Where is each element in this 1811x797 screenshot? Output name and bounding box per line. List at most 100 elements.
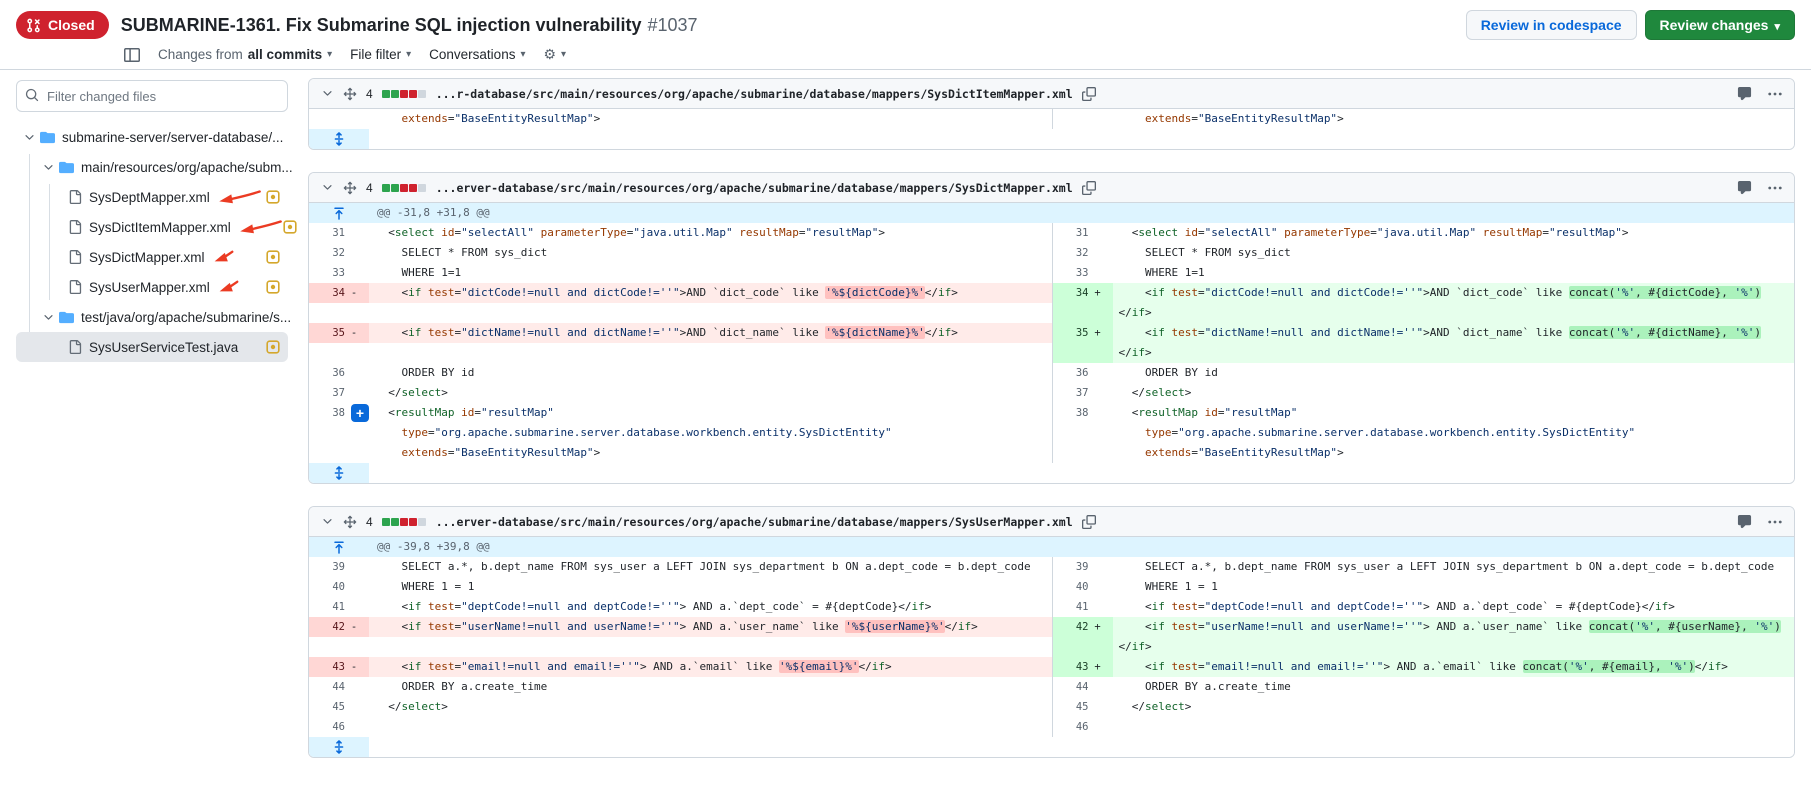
file-icon	[68, 340, 82, 354]
code-text: <select id="selectAll" parameterType="ja…	[1113, 223, 1795, 243]
code-text: <if test="dictName!=null and dictName!='…	[369, 323, 1052, 343]
code-line: 38+ <resultMap id="resultMap" type="org.…	[309, 403, 1052, 463]
line-number-gutter[interactable]	[309, 109, 369, 129]
line-number-gutter[interactable]: 41	[309, 597, 369, 617]
copy-path-icon[interactable]	[1082, 181, 1096, 195]
dropdown-caret-icon: ▾	[406, 49, 411, 60]
comment-icon[interactable]	[1737, 514, 1752, 529]
conversations-menu[interactable]: Conversations ▾	[429, 47, 525, 62]
diff-settings-menu[interactable]: ⚙ ▾	[543, 46, 566, 63]
chevron-down-icon	[42, 161, 55, 174]
tree-file[interactable]: SysUserMapper.xml	[16, 272, 288, 302]
add-line-comment-button[interactable]: +	[351, 404, 369, 422]
code-line: 46	[309, 717, 1052, 737]
line-number-gutter[interactable]: 39	[309, 557, 369, 577]
tree-file[interactable]: SysDictItemMapper.xml	[16, 212, 288, 242]
collapse-file-chevron-icon[interactable]	[321, 87, 334, 100]
tree-file[interactable]: SysDeptMapper.xml	[16, 182, 288, 212]
line-number-gutter[interactable]: 45	[1053, 697, 1113, 717]
code-text: extends="BaseEntityResultMap">	[1113, 109, 1795, 129]
annotation-arrow	[237, 220, 283, 234]
file-path: ...erver-database/src/main/resources/org…	[436, 515, 1073, 529]
kebab-menu-icon[interactable]	[1768, 186, 1782, 190]
collapse-file-chevron-icon[interactable]	[321, 181, 334, 194]
file-filter-menu[interactable]: File filter ▾	[350, 47, 411, 62]
review-changes-button[interactable]: Review changes▾	[1645, 10, 1795, 40]
line-number-gutter[interactable]: 37	[1053, 383, 1113, 403]
line-number-gutter[interactable]: 31	[1053, 223, 1113, 243]
changes-from-menu[interactable]: Changes from all commits ▾	[158, 47, 332, 62]
expand-diff-button[interactable]	[309, 737, 369, 757]
comment-icon[interactable]	[1737, 180, 1752, 195]
line-number-gutter[interactable]: 36	[309, 363, 369, 383]
annotation-arrow	[216, 190, 262, 204]
file-header: 4...erver-database/src/main/resources/or…	[309, 173, 1794, 203]
diff-row: 40 WHERE 1 = 140 WHERE 1 = 1	[309, 577, 1794, 597]
expand-hunk-button[interactable]	[309, 203, 369, 223]
line-number-gutter[interactable]: 33	[1053, 263, 1113, 283]
line-number-gutter[interactable]: 31	[309, 223, 369, 243]
line-number-gutter[interactable]: 40	[1053, 577, 1113, 597]
line-number-gutter[interactable]: 33	[309, 263, 369, 283]
line-number-gutter[interactable]: 35+	[1053, 323, 1113, 363]
line-number-gutter[interactable]: 45	[309, 697, 369, 717]
diff-row: 44 ORDER BY a.create_time44 ORDER BY a.c…	[309, 677, 1794, 697]
tree-folder[interactable]: test/java/org/apache/submarine/s...	[16, 302, 288, 332]
tree-file[interactable]: SysUserServiceTest.java	[16, 332, 288, 362]
comment-icon[interactable]	[1737, 86, 1752, 101]
line-number-gutter[interactable]: 32	[309, 243, 369, 263]
kebab-menu-icon[interactable]	[1768, 92, 1782, 96]
dropdown-caret-icon: ▾	[1774, 21, 1780, 33]
expand-hunk-button[interactable]	[309, 537, 369, 557]
copy-path-icon[interactable]	[1082, 515, 1096, 529]
tree-folder[interactable]: main/resources/org/apache/subm...	[16, 152, 288, 182]
diff-row: 35- <if test="dictName!=null and dictNam…	[309, 323, 1794, 363]
expand-diff-button[interactable]	[309, 129, 369, 149]
modified-status-icon	[266, 340, 280, 354]
hunk-header: @@ -39,8 +39,8 @@	[369, 537, 490, 557]
file-icon	[68, 280, 82, 294]
line-number-gutter[interactable]: 35-	[309, 323, 369, 343]
copy-path-icon[interactable]	[1082, 87, 1096, 101]
line-number-gutter[interactable]: 43+	[1053, 657, 1113, 677]
code-text: SELECT * FROM sys_dict	[369, 243, 1052, 263]
line-number-gutter[interactable]: 38+	[309, 403, 369, 463]
collapse-file-chevron-icon[interactable]	[321, 515, 334, 528]
line-number-gutter[interactable]: 38	[1053, 403, 1113, 463]
kebab-menu-icon[interactable]	[1768, 520, 1782, 524]
line-number-gutter[interactable]: 46	[1053, 717, 1113, 737]
drag-handle-icon[interactable]	[343, 181, 357, 195]
code-text: <if test="dictCode!=null and dictCode!='…	[1113, 283, 1795, 323]
line-number-gutter[interactable]: 41	[1053, 597, 1113, 617]
line-number-gutter[interactable]: 43-	[309, 657, 369, 677]
diff-row: extends="BaseEntityResultMap"> extends="…	[309, 109, 1794, 129]
line-number-gutter[interactable]: 34+	[1053, 283, 1113, 323]
code-line: 39 SELECT a.*, b.dept_name FROM sys_user…	[309, 557, 1052, 577]
filter-changed-files-input[interactable]	[16, 80, 288, 112]
line-number-gutter[interactable]: 32	[1053, 243, 1113, 263]
line-number-gutter[interactable]: 44	[1053, 677, 1113, 697]
line-number-gutter[interactable]: 39	[1053, 557, 1113, 577]
file-icon	[68, 250, 82, 264]
line-number-gutter[interactable]: 44	[309, 677, 369, 697]
drag-handle-icon[interactable]	[343, 87, 357, 101]
header-actions: Review in codespace Review changes▾	[1466, 10, 1795, 40]
line-number-gutter[interactable]: 46	[309, 717, 369, 737]
line-number-gutter[interactable]: 40	[309, 577, 369, 597]
code-line: 33 WHERE 1=1	[309, 263, 1052, 283]
toggle-file-tree-button[interactable]	[124, 47, 140, 63]
line-number-gutter[interactable]: 36	[1053, 363, 1113, 383]
tree-folder[interactable]: submarine-server/server-database/...	[16, 122, 288, 152]
line-number-gutter[interactable]: 37	[309, 383, 369, 403]
line-number-gutter[interactable]: 42+	[1053, 617, 1113, 657]
conversations-label: Conversations	[429, 47, 515, 62]
line-number-gutter[interactable]: 42-	[309, 617, 369, 637]
diff-row: 31 <select id="selectAll" parameterType=…	[309, 223, 1794, 243]
drag-handle-icon[interactable]	[343, 515, 357, 529]
tree-file[interactable]: SysDictMapper.xml	[16, 242, 288, 272]
review-in-codespace-button[interactable]: Review in codespace	[1466, 10, 1637, 40]
code-text: <if test="email!=null and email!=''"> AN…	[1113, 657, 1795, 677]
line-number-gutter[interactable]	[1053, 109, 1113, 129]
expand-diff-button[interactable]	[309, 463, 369, 483]
line-number-gutter[interactable]: 34-	[309, 283, 369, 303]
